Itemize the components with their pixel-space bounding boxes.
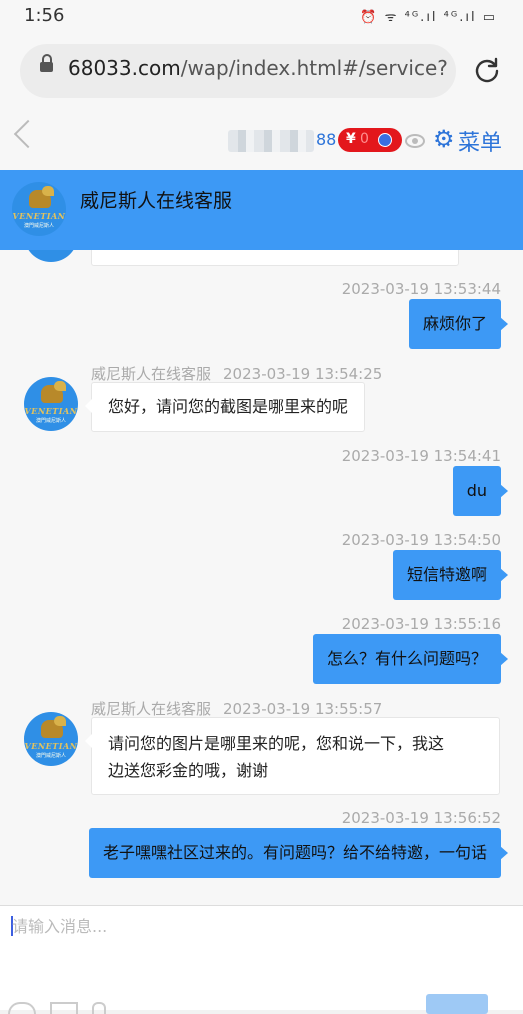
message-bubble-out: 短信特邀啊 xyxy=(392,550,509,600)
chat-header: VENETIAN 澳門威尼斯人 威尼斯人在线客服 xyxy=(0,170,523,250)
url-path: /wap/index.html#/service?u xyxy=(180,56,448,80)
account-name-blurred xyxy=(228,130,314,152)
message-bubble-out: du xyxy=(452,466,509,516)
emoji-icon[interactable] xyxy=(8,1002,36,1014)
message-time: 2023-03-19 13:56:52 xyxy=(341,809,501,827)
status-bar: 1:56 ⏰ ᯤ ⁴ᴳ.ıl ⁴ᴳ.ıl ▭ xyxy=(0,0,523,34)
message-bubble-out: 麻烦你了 xyxy=(408,299,509,349)
url-domain: 68033.com xyxy=(68,56,181,80)
message-time: 2023-03-19 13:54:25 xyxy=(223,365,383,383)
status-icons: ⏰ ᯤ ⁴ᴳ.ıl ⁴ᴳ.ıl ▭ xyxy=(360,10,497,25)
yen-icon: ¥ xyxy=(346,131,356,147)
message-time: 2023-03-19 13:54:50 xyxy=(341,531,501,549)
back-chevron-icon[interactable] xyxy=(13,119,43,149)
eye-icon[interactable] xyxy=(405,134,425,148)
sender-name: 威尼斯人在线客服 xyxy=(91,365,212,383)
balance-value: 0 xyxy=(360,131,369,147)
message-input[interactable] xyxy=(12,914,502,938)
send-button[interactable] xyxy=(426,994,488,1014)
refresh-balance-icon[interactable] xyxy=(378,133,392,147)
message-bubble-out: 怎么？有什么问题吗？ xyxy=(312,634,509,684)
agent-avatar: VENETIAN 澳門威尼斯人 xyxy=(24,377,78,431)
message-time: 2023-03-19 13:55:16 xyxy=(341,615,501,633)
message-bubble-in-partial xyxy=(91,250,459,266)
sender-name: 威尼斯人在线客服 xyxy=(91,700,212,718)
message-time: 2023-03-19 13:54:41 xyxy=(341,447,501,465)
chat-title: 威尼斯人在线客服 xyxy=(80,190,233,212)
url-text[interactable]: 68033.com/wap/index.html#/service?u xyxy=(68,56,448,80)
status-time: 1:56 xyxy=(24,5,65,26)
menu-button[interactable]: 菜单 xyxy=(458,125,502,157)
image-icon[interactable] xyxy=(50,1002,78,1014)
agent-avatar xyxy=(24,250,78,262)
message-line: 边送您彩金的哦，谢谢 xyxy=(108,761,269,780)
venetian-logo: VENETIAN 澳門威尼斯人 xyxy=(12,182,66,236)
account-suffix: 88 xyxy=(316,130,337,149)
message-line: 请问您的图片是哪里来的呢，您和说一下，我这 xyxy=(108,734,445,753)
message-time: 2023-03-19 13:53:44 xyxy=(341,280,501,298)
browser-toolbar: 68033.com/wap/index.html#/service?u xyxy=(0,34,523,106)
site-nav-bar: 88 ¥ 0 ⚙ 菜单 xyxy=(0,106,523,170)
address-bar[interactable]: 68033.com/wap/index.html#/service?u xyxy=(20,44,456,98)
message-bubble-in: 请问您的图片是哪里来的呢，您和说一下，我这 边送您彩金的哦，谢谢 xyxy=(85,717,500,795)
reload-icon[interactable] xyxy=(473,56,501,84)
message-list[interactable]: 2023-03-19 13:53:44 麻烦你了 威尼斯人在线客服 2023-03… xyxy=(0,250,523,905)
attachment-icon[interactable] xyxy=(92,1002,106,1014)
message-bubble-in: 您好，请问您的截图是哪里来的呢 xyxy=(84,382,366,432)
gear-icon[interactable]: ⚙ xyxy=(433,126,455,152)
agent-avatar: VENETIAN 澳門威尼斯人 xyxy=(24,712,78,766)
message-meta: 威尼斯人在线客服 2023-03-19 13:54:25 xyxy=(91,363,382,384)
message-meta: 威尼斯人在线客服 2023-03-19 13:55:57 xyxy=(91,698,382,719)
message-time: 2023-03-19 13:55:57 xyxy=(223,700,383,718)
balance-badge[interactable]: ¥ 0 xyxy=(338,128,402,152)
message-composer xyxy=(0,905,523,1014)
message-bubble-out: 老子嘿嘿社区过来的。有问题吗？给不给特邀，一句话 xyxy=(88,828,509,878)
lock-icon xyxy=(40,54,53,72)
